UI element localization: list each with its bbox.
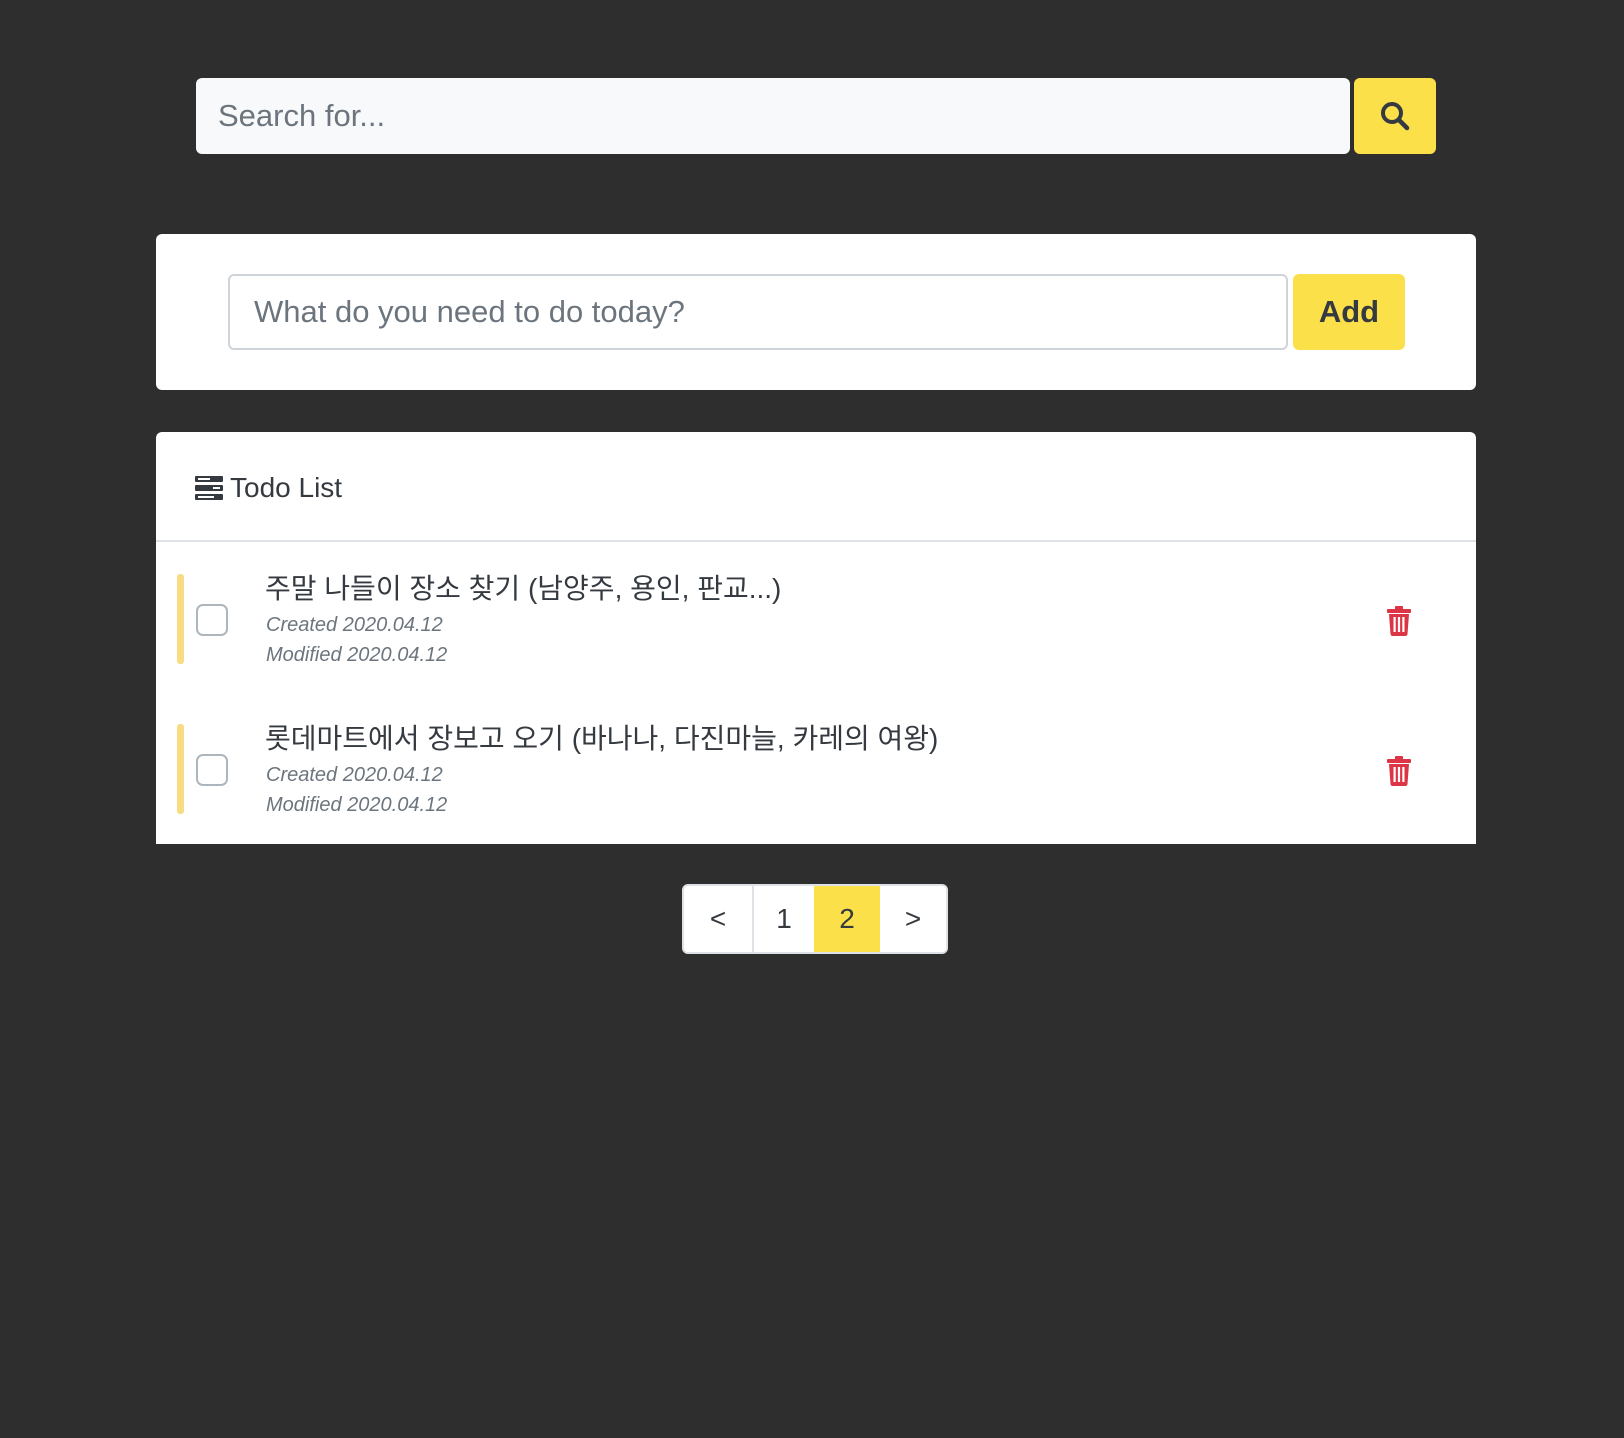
todo-modified-date: Modified 2020.04.12 xyxy=(266,794,448,816)
search-input[interactable] xyxy=(196,78,1350,154)
search-bar xyxy=(196,78,1436,154)
page-1-button[interactable]: 1 xyxy=(752,886,814,952)
todo-item: 주말 나들이 장소 찾기 (남양주, 용인, 판교...) Created 20… xyxy=(156,573,1476,724)
list-icon xyxy=(195,476,223,500)
new-todo-input[interactable] xyxy=(228,274,1288,350)
add-button[interactable]: Add xyxy=(1293,274,1405,350)
todo-modified-date: Modified 2020.04.12 xyxy=(266,644,448,666)
item-accent-bar xyxy=(177,574,184,664)
todo-checkbox[interactable] xyxy=(196,754,228,786)
todo-created-date: Created 2020.04.12 xyxy=(266,764,443,786)
pagination: < 1 2 > xyxy=(682,884,948,954)
search-icon xyxy=(1381,102,1410,131)
todo-title: 롯데마트에서 장보고 오기 (바나나, 다진마늘, 카레의 여왕) xyxy=(265,723,939,754)
todo-list-header: Todo List xyxy=(156,432,1476,542)
trash-icon xyxy=(1387,606,1411,636)
delete-button[interactable] xyxy=(1382,754,1416,788)
trash-icon xyxy=(1387,756,1411,786)
next-page-button[interactable]: > xyxy=(880,886,946,952)
todo-list-title: Todo List xyxy=(230,472,343,503)
item-accent-bar xyxy=(177,724,184,814)
todo-created-date: Created 2020.04.12 xyxy=(266,614,443,636)
todo-item: 롯데마트에서 장보고 오기 (바나나, 다진마늘, 카레의 여왕) Create… xyxy=(156,723,1476,874)
delete-button[interactable] xyxy=(1382,604,1416,638)
todo-checkbox[interactable] xyxy=(196,604,228,636)
todo-title: 주말 나들이 장소 찾기 (남양주, 용인, 판교...) xyxy=(265,573,782,604)
prev-page-button[interactable]: < xyxy=(684,886,752,952)
add-todo-card: Add xyxy=(156,234,1476,390)
page-2-button-active[interactable]: 2 xyxy=(814,886,880,952)
search-button[interactable] xyxy=(1354,78,1436,154)
todo-list-card: Todo List 주말 나들이 장소 찾기 (남양주, 용인, 판교...) … xyxy=(156,432,1476,844)
